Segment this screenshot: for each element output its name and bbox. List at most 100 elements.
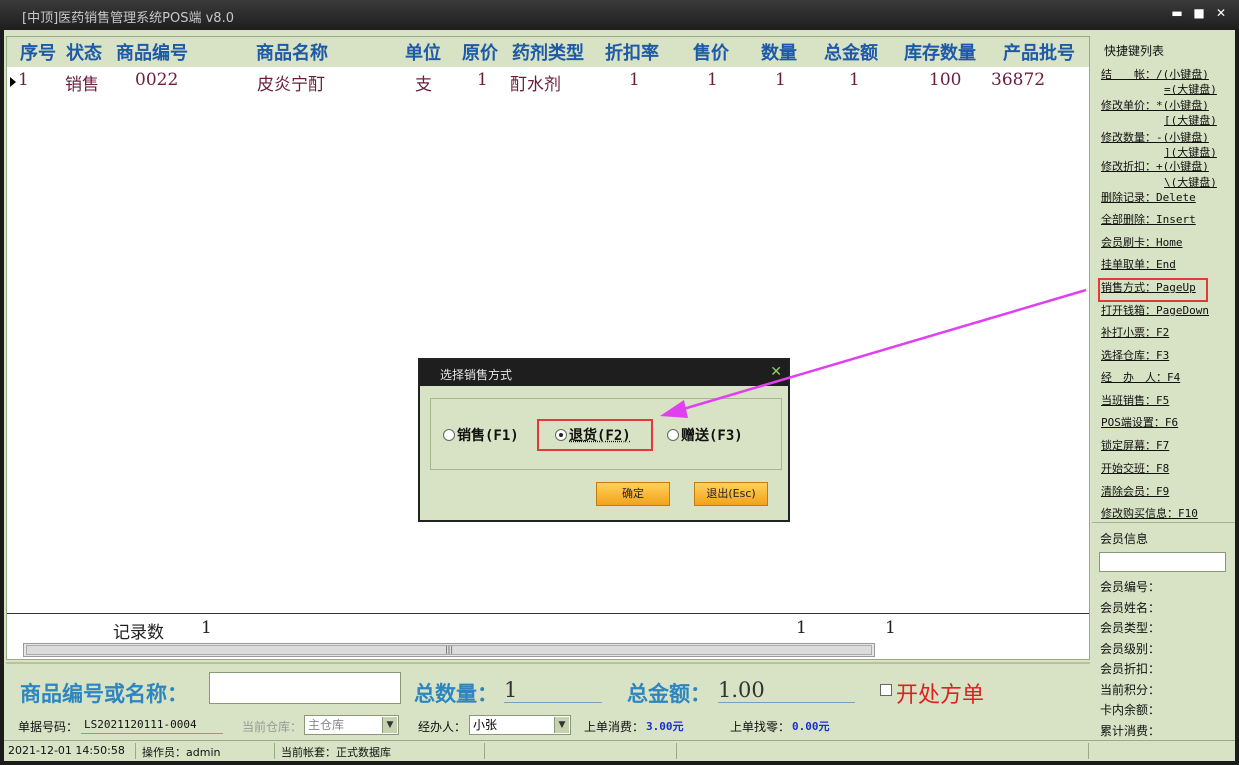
window-titlebar: [中顶]医药销售管理系统POS端 v8.0 ▬ ■ ✕	[0, 0, 1239, 30]
order-no-label: 单据号码：	[18, 720, 79, 734]
shortcut-checkout[interactable]: 结 帐：/(小键盘)	[1101, 66, 1209, 82]
confirm-button[interactable]: 确定	[596, 482, 670, 506]
col-header-price[interactable]: 售价	[693, 39, 729, 65]
last-spend-value: 3.00元	[646, 720, 684, 733]
radio-gift[interactable]: 赠送(F3)	[667, 425, 743, 445]
panel-divider	[1092, 522, 1235, 523]
col-header-total[interactable]: 总金额	[824, 39, 878, 65]
member-points-label: 当前积分：	[1100, 683, 1161, 697]
cell-dosage-type: 酊水剂	[510, 75, 561, 95]
prescription-label[interactable]: 开处方单	[896, 677, 984, 709]
sale-mode-options: 销售(F1) 退货(F2) 赠送(F3)	[430, 398, 782, 470]
chevron-down-icon[interactable]: ▼	[554, 717, 569, 733]
col-header-stock[interactable]: 库存数量	[904, 39, 976, 65]
shortcut-open-drawer[interactable]: 打开钱箱：PageDown	[1101, 302, 1209, 318]
shortcut-clear-member[interactable]: 清除会员：F9	[1101, 483, 1169, 499]
warehouse-select-value: 主仓库	[308, 718, 345, 732]
shortcut-panel: 快捷键列表 结 帐：/(小键盘) =(大键盘) 修改单价：*(小键盘) [(大键…	[1092, 34, 1235, 761]
cell-batch: 36872	[991, 70, 1046, 90]
handler-select[interactable]: 小张 ▼	[469, 715, 571, 735]
dialog-close-icon[interactable]: ✕	[770, 364, 782, 380]
maximize-icon[interactable]: ■	[1191, 5, 1207, 21]
record-count-value: 1	[201, 618, 212, 638]
shortcut-handler[interactable]: 经 办 人：F4	[1101, 369, 1180, 385]
col-header-status[interactable]: 状态	[66, 39, 102, 65]
total-amount-label: 总金额：	[627, 681, 711, 706]
status-divider	[274, 743, 275, 759]
shortcut-lock-screen[interactable]: 锁定屏幕：F7	[1101, 437, 1169, 453]
member-total-spend-label: 累计消费：	[1100, 724, 1161, 738]
shortcut-start-handover[interactable]: 开始交班：F8	[1101, 460, 1169, 476]
cell-status: 销售	[65, 75, 99, 95]
col-header-code[interactable]: 商品编号	[116, 39, 188, 65]
member-info-title: 会员信息	[1100, 532, 1149, 546]
shortcut-edit-price[interactable]: 修改单价：*(小键盘)	[1101, 97, 1209, 113]
shortcut-reprint-receipt[interactable]: 补打小票：F2	[1101, 324, 1169, 340]
shortcut-edit-purchase-info[interactable]: 修改购买信息：F10	[1101, 505, 1198, 521]
dialog-titlebar: 选择销售方式 ✕	[420, 360, 788, 386]
col-header-batch[interactable]: 产品批号	[1003, 39, 1075, 65]
shortcut-member-card[interactable]: 会员刷卡：Home	[1101, 234, 1183, 250]
shortcut-select-warehouse[interactable]: 选择仓库：F3	[1101, 347, 1169, 363]
cell-total: 1	[849, 70, 860, 90]
total-qty-label: 总数量：	[414, 681, 498, 706]
shortcut-pos-settings[interactable]: POS端设置：F6	[1101, 414, 1178, 430]
search-label: 商品编号或名称：	[20, 681, 188, 706]
sale-mode-dialog: 选择销售方式 ✕ 销售(F1) 退货(F2) 赠送(F3) 确定 退出(Esc)	[418, 358, 790, 522]
close-icon[interactable]: ✕	[1213, 5, 1229, 21]
shortcut-edit-discount[interactable]: 修改折扣：+(小键盘)	[1101, 158, 1209, 174]
radio-sale[interactable]: 销售(F1)	[443, 425, 519, 445]
col-header-name[interactable]: 商品名称	[256, 39, 328, 65]
warehouse-select: 主仓库 ▼	[304, 715, 399, 735]
member-name-label: 会员姓名：	[1100, 601, 1161, 615]
exit-button[interactable]: 退出(Esc)	[694, 482, 768, 506]
handler-label: 经办人：	[418, 720, 467, 734]
shortcut-edit-qty[interactable]: 修改数量：-(小键盘)	[1101, 129, 1209, 145]
col-header-unit[interactable]: 单位	[405, 39, 441, 65]
col-header-index[interactable]: 序号	[20, 39, 56, 65]
product-search-input[interactable]	[209, 672, 401, 704]
radio-sale-icon	[443, 429, 455, 441]
col-header-discount[interactable]: 折扣率	[605, 39, 659, 65]
info-bar: 单据号码： LS2021120111-0004 当前仓库： 主仓库 ▼ 经办人：…	[6, 712, 1090, 738]
cell-stock: 100	[929, 70, 962, 90]
prescription-checkbox[interactable]	[880, 684, 892, 696]
radio-gift-label: 赠送(F3)	[681, 428, 743, 444]
order-no-value: LS2021120111-0004	[84, 718, 197, 731]
member-balance-label: 卡内余额：	[1100, 703, 1161, 717]
radio-sale-label: 销售(F1)	[457, 428, 519, 444]
shortcut-checkout-alt[interactable]: =(大键盘)	[1164, 81, 1217, 97]
last-change-value: 0.00元	[792, 720, 830, 733]
shortcut-edit-discount-alt[interactable]: \(大键盘)	[1164, 174, 1217, 190]
shortcut-shift-sales[interactable]: 当班销售：F5	[1101, 392, 1169, 408]
cell-name: 皮炎宁酊	[257, 75, 325, 95]
cell-orig-price: 1	[477, 70, 488, 90]
status-operator: 操作员：admin	[142, 746, 221, 759]
window-title: [中顶]医药销售管理系统POS端 v8.0	[22, 11, 234, 26]
cell-index: 1	[18, 70, 29, 90]
grid-footer: 记录数 1 1 1	[7, 613, 1089, 643]
member-id-label: 会员编号：	[1100, 580, 1161, 594]
col-header-qty[interactable]: 数量	[761, 39, 797, 65]
status-datetime: 2021-12-01 14:50:58	[8, 744, 125, 757]
total-qty-value: 1	[504, 678, 602, 703]
minimize-icon[interactable]: ▬	[1169, 5, 1185, 21]
status-divider	[1088, 743, 1089, 759]
scrollbar-thumb[interactable]: |||	[26, 645, 872, 655]
last-change-label: 上单找零：	[730, 720, 791, 734]
shortcut-delete-record[interactable]: 删除记录：Delete	[1101, 189, 1196, 205]
cell-unit: 支	[415, 75, 432, 95]
member-level-label: 会员级别：	[1100, 642, 1161, 656]
cell-discount: 1	[629, 70, 640, 90]
member-card-input[interactable]	[1099, 552, 1226, 572]
horizontal-scrollbar[interactable]: |||	[23, 643, 875, 657]
shortcut-delete-all[interactable]: 全部删除：Insert	[1101, 211, 1196, 227]
chevron-down-icon: ▼	[382, 717, 397, 733]
col-header-orig-price[interactable]: 原价	[462, 39, 498, 65]
status-divider	[676, 743, 677, 759]
sales-grid[interactable]: 序号 状态 商品编号 商品名称 单位 原价 药剂类型 折扣率 售价 数量 总金额…	[6, 36, 1090, 660]
footer-total-sum: 1	[885, 618, 896, 638]
shortcut-hold-order[interactable]: 挂单取单：End	[1101, 256, 1176, 272]
shortcut-edit-price-alt[interactable]: [(大键盘)	[1164, 112, 1217, 128]
col-header-dosage-type[interactable]: 药剂类型	[512, 39, 584, 65]
